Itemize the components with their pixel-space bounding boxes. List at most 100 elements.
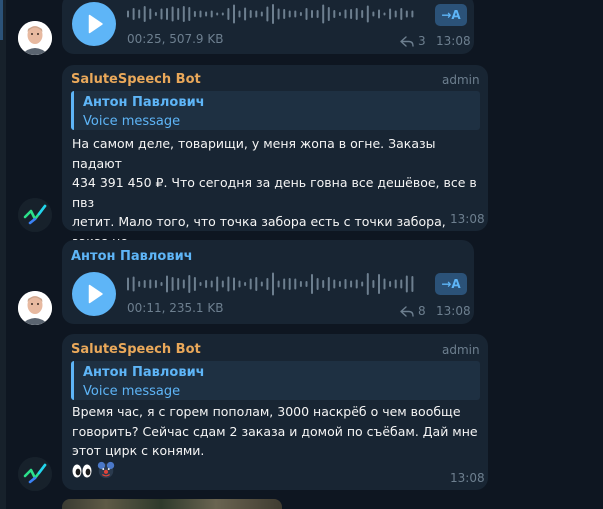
eyes-emoji-reaction[interactable]	[71, 461, 93, 481]
waveform-bar	[272, 272, 274, 296]
waveform-bar	[227, 276, 230, 292]
waveform-bar	[143, 6, 146, 22]
sender-name[interactable]: SaluteSpeech Bot	[71, 342, 201, 357]
waveform-bar	[227, 8, 230, 20]
reply-count[interactable]: 3	[418, 34, 426, 48]
reply-icon	[400, 36, 414, 47]
photo-message-preview[interactable]	[62, 499, 282, 509]
waveform-bar	[272, 4, 274, 24]
waveform-bar	[411, 10, 414, 18]
waveform-bar	[244, 7, 247, 21]
waveform-bar	[216, 12, 219, 16]
waveform-bar	[233, 277, 235, 291]
waveform-bar	[389, 281, 392, 287]
waveform-bar	[288, 278, 291, 290]
waveform-bar	[244, 282, 247, 286]
waveform-bar	[322, 4, 325, 24]
audio-waveform[interactable]	[127, 4, 417, 24]
chat-list-selection-indicator	[0, 0, 3, 40]
bot-logo-icon	[18, 198, 52, 232]
waveform-bar	[249, 278, 252, 290]
bot-message-bubble: SaluteSpeech Bot admin Антон Павлович Vo…	[62, 334, 488, 490]
waveform-bar	[344, 279, 347, 289]
waveform-bar	[338, 281, 341, 287]
waveform-bar	[154, 280, 157, 288]
waveform-bar	[277, 8, 280, 20]
waveform-bar	[333, 279, 336, 289]
waveform-bar	[233, 4, 235, 24]
audio-waveform[interactable]	[127, 272, 417, 296]
sender-name[interactable]: SaluteSpeech Bot	[71, 72, 201, 87]
admin-badge: admin	[442, 73, 480, 87]
waveform-bar	[311, 10, 313, 18]
waveform-bar	[383, 278, 386, 290]
waveform-bar	[266, 278, 269, 290]
waveform-bar	[205, 11, 208, 17]
reply-count[interactable]: 8	[418, 304, 426, 318]
waveform-bar	[366, 5, 369, 23]
waveform-bar	[199, 282, 202, 286]
waveform-bar	[177, 278, 180, 290]
waveform-bar	[361, 281, 364, 287]
quote-author: Антон Павлович	[83, 365, 205, 380]
message-time: 13:08	[436, 34, 471, 48]
waveform-bar	[216, 276, 219, 292]
waveform-bar	[266, 6, 269, 22]
waveform-bar	[389, 8, 392, 20]
transcribe-button[interactable]: →A	[435, 4, 467, 26]
play-button[interactable]	[72, 2, 116, 46]
waveform-bar	[127, 10, 129, 18]
waveform-bar	[288, 10, 291, 18]
waveform-bar	[188, 275, 191, 293]
waveform-bar	[350, 9, 353, 19]
waveform-bar	[138, 9, 141, 19]
waveform-bar	[405, 10, 408, 18]
waveform-bar	[182, 279, 185, 289]
waveform-bar	[188, 7, 191, 21]
waveform-bar	[238, 10, 241, 18]
waveform-bar	[355, 279, 358, 289]
waveform-bar	[166, 275, 168, 293]
waveform-bar	[405, 275, 408, 293]
waveform-bar	[249, 10, 252, 18]
waveform-bar	[132, 8, 135, 20]
waveform-bar	[260, 11, 263, 17]
waveform-bar	[294, 278, 297, 290]
play-icon	[88, 284, 103, 304]
waveform-bar	[344, 9, 347, 19]
waveform-bar	[316, 10, 319, 18]
waveform-bar	[311, 274, 313, 294]
reply-quote[interactable]: Антон Павлович Voice message	[71, 91, 480, 130]
waveform-bar	[199, 10, 202, 18]
waveform-bar	[193, 277, 196, 291]
chat-list-edge	[0, 0, 6, 509]
waveform-bar	[160, 8, 163, 20]
waveform-bar	[260, 281, 263, 287]
audio-duration-size: 00:11, 235.1 KB	[127, 301, 224, 315]
bot-avatar[interactable]	[18, 198, 52, 232]
waveform-bar	[143, 280, 146, 288]
waveform-bar	[171, 277, 174, 291]
waveform-bar	[361, 10, 364, 18]
waveform-bar	[378, 274, 380, 294]
waveform-bar	[350, 280, 353, 288]
avatar[interactable]	[18, 291, 52, 325]
clown-emoji-reaction[interactable]	[94, 460, 118, 480]
message-time: 13:08	[450, 212, 485, 226]
waveform-bar	[283, 278, 286, 290]
waveform-bar	[171, 6, 174, 22]
play-button[interactable]	[72, 272, 116, 316]
message-time: 13:08	[450, 471, 485, 485]
waveform-bar	[394, 10, 397, 18]
waveform-bar	[277, 280, 280, 288]
waveform-bar	[238, 280, 241, 288]
waveform-bar	[127, 277, 129, 291]
waveform-bar	[210, 280, 213, 288]
reply-quote[interactable]: Антон Павлович Voice message	[71, 361, 480, 400]
waveform-bar	[149, 8, 152, 20]
avatar[interactable]	[18, 21, 52, 55]
sender-name[interactable]: Антон Павлович	[71, 249, 193, 264]
waveform-bar	[366, 273, 369, 295]
bot-avatar[interactable]	[18, 457, 52, 491]
transcribe-button[interactable]: →A	[435, 273, 467, 295]
